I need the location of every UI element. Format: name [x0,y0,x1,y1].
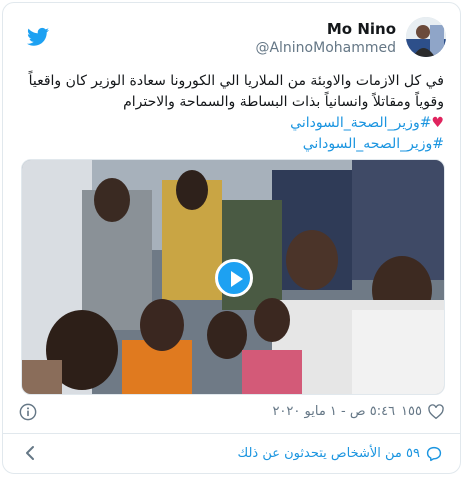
video-thumbnail[interactable] [21,159,445,395]
avatar[interactable] [406,17,446,57]
chevron-left-icon[interactable] [23,445,37,461]
people-talking-text[interactable]: ٥٩ من الأشخاص يتحدثون عن ذلك [238,444,420,464]
author-display-name[interactable]: Mo Nino [255,19,396,39]
info-icon[interactable] [19,403,37,421]
people-talking-link[interactable]: ٥٩ من الأشخاص يتحدثون عن ذلك [238,444,442,464]
hashtag-link[interactable]: #وزير_الصحه_السوداني [303,136,444,152]
heart-outline-icon[interactable] [428,404,444,420]
author-handle[interactable]: @AlninoMohammed [255,39,396,57]
author-names[interactable]: Mo Nino @AlninoMohammed [255,19,396,57]
avatar-image [406,17,446,57]
play-icon [231,271,243,287]
twitter-logo-icon[interactable] [27,27,49,47]
hashtag-link[interactable]: #وزير_الصحة_السوداني [290,115,431,131]
tweet-header: Mo Nino @AlninoMohammed [17,15,446,63]
play-button[interactable] [215,259,253,297]
like-group: ١٥٥ ٥:٤٦ ص - ١ مايو ٢٠٢٠ [272,401,444,423]
tweet-text: في كل الازمات والاوبئة من الملاريا الي ا… [19,71,444,155]
tweet-timestamp[interactable]: ٥:٤٦ ص - ١ مايو ٢٠٢٠ [272,401,395,423]
tweet-meta: ١٥٥ ٥:٤٦ ص - ١ مايو ٢٠٢٠ [19,401,444,423]
speech-bubble-icon [426,446,442,462]
tweet-card: Mo Nino @AlninoMohammed في كل الازمات وا… [2,2,461,474]
like-count[interactable]: ١٥٥ [401,401,422,423]
tweet-body: في كل الازمات والاوبئة من الملاريا الي ا… [28,73,444,110]
tweet-footer: ٥٩ من الأشخاص يتحدثون عن ذلك [3,435,460,473]
heart-emoji: ♥ [431,115,444,131]
divider [3,433,460,434]
